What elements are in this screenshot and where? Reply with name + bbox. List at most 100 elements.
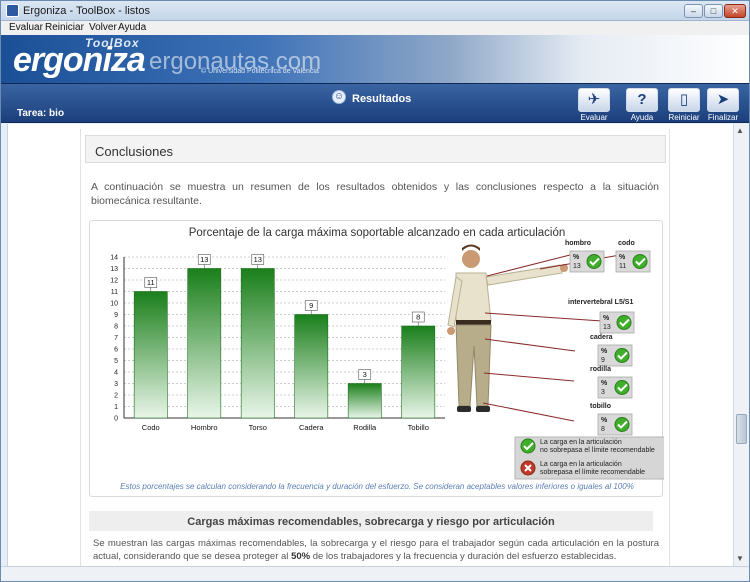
joint-name: tobillo xyxy=(590,403,611,410)
joint-value: 11 xyxy=(619,263,626,270)
joint-pct-symbol: % xyxy=(573,254,580,261)
joint-value: 3 xyxy=(601,389,605,396)
check-icon xyxy=(614,417,630,432)
finalizar-button[interactable]: ➤ Finalizar xyxy=(704,88,742,122)
vertical-scrollbar[interactable]: ▲ ▼ xyxy=(733,124,749,566)
bar xyxy=(347,383,382,419)
joint-name: hombro xyxy=(565,240,591,247)
legend: La carga en la articulación no sobrepasa… xyxy=(514,436,664,480)
joint-name: rodilla xyxy=(590,366,611,373)
y-tick-label: 10 xyxy=(110,301,118,308)
close-button[interactable]: ✕ xyxy=(724,4,746,18)
check-icon xyxy=(586,254,602,269)
category-label: Hombro xyxy=(191,423,218,432)
bar xyxy=(401,325,436,419)
category-label: Torso xyxy=(249,423,267,432)
joint-value: 9 xyxy=(601,357,605,364)
leader-rodilla xyxy=(483,372,575,382)
check-icon xyxy=(614,380,630,395)
ayuda-button[interactable]: ? Ayuda xyxy=(623,88,661,122)
y-tick-label: 1 xyxy=(114,404,118,411)
figure-belt xyxy=(456,320,491,325)
help-icon: ? xyxy=(626,88,658,112)
menu-ayuda[interactable]: Ayuda xyxy=(118,22,146,33)
joint-name: intervertebral L5/S1 xyxy=(568,299,633,306)
toolbar: Tarea: bio ☺ Resultados ✈ Evaluar ? Ayud… xyxy=(1,83,749,123)
category-label: Cadera xyxy=(299,423,324,432)
legend-ok-line1: La carga en la articulación xyxy=(540,439,622,446)
data-label: 9 xyxy=(309,301,313,310)
data-label: 3 xyxy=(363,370,367,379)
joint-badge-rodilla: rodilla% 3 xyxy=(590,366,633,399)
data-label: 11 xyxy=(147,278,155,287)
joint-name: cadera xyxy=(590,334,613,341)
joint-badges: hombro% 13 codo% 11 intervertebral L5/S1% 13 c… xyxy=(565,240,651,436)
menu-evaluar[interactable]: Evaluar xyxy=(9,22,43,33)
section-title: Resultados xyxy=(352,93,412,105)
y-tick-label: 6 xyxy=(114,347,118,354)
figure-right-arm xyxy=(485,264,563,286)
conclusions-header: Conclusiones xyxy=(85,135,666,163)
evaluar-button[interactable]: ✈ Evaluar xyxy=(575,88,613,122)
y-tick-label: 4 xyxy=(114,370,118,377)
check-icon xyxy=(614,348,630,363)
legend-ok-line2: no sobrepasa el límite recomendable xyxy=(540,447,655,454)
data-label: 13 xyxy=(200,255,208,264)
blank-page-icon: ▯ xyxy=(668,88,700,112)
app-icon xyxy=(6,4,19,17)
joint-value: 13 xyxy=(603,324,611,331)
finish-icon: ➤ xyxy=(707,88,739,112)
joint-badge-codo: codo% 11 xyxy=(615,240,651,273)
runner-icon: ✈ xyxy=(578,88,610,112)
joint-badge-tobillo: tobillo% 8 xyxy=(590,403,633,436)
status-bar xyxy=(1,566,749,581)
bar xyxy=(294,314,329,419)
y-tick-label: 8 xyxy=(114,324,118,331)
loads-header: Cargas máximas recomendables, sobrecarga… xyxy=(89,511,653,531)
bar xyxy=(133,291,168,419)
y-tick-label: 14 xyxy=(110,255,118,262)
chart-panel: Porcentaje de la carga máxima soportable… xyxy=(89,220,664,497)
scroll-down-arrow-icon[interactable]: ▼ xyxy=(736,554,744,563)
data-label: 13 xyxy=(254,255,262,264)
category-label: Codo xyxy=(142,423,160,432)
task-label: Tarea: bio xyxy=(17,108,65,119)
bar-chart: 0123456789101112131411Codo13Hombro13Tors… xyxy=(110,240,664,480)
menu-bar: Evaluar Reiniciar Volver Ayuda xyxy=(1,21,749,35)
results-panel: Conclusiones A continuación se muestra u… xyxy=(80,129,670,566)
loads-title: Cargas máximas recomendables, sobrecarga… xyxy=(187,516,555,528)
joint-pct-symbol: % xyxy=(601,348,608,355)
loads-text-after: de los trabajadores y la frecuencia y du… xyxy=(310,551,617,562)
conclusions-title: Conclusiones xyxy=(95,144,174,159)
maximize-button[interactable]: □ xyxy=(704,4,723,18)
joint-pct-symbol: % xyxy=(601,417,608,424)
joint-badge-hombro: hombro% 13 xyxy=(565,240,605,273)
check-icon xyxy=(520,438,536,454)
leader-cadera xyxy=(484,338,576,352)
y-tick-label: 2 xyxy=(114,393,118,400)
joint-value: 13 xyxy=(573,263,581,270)
joint-name: codo xyxy=(618,240,635,247)
y-tick-label: 11 xyxy=(111,289,118,296)
leader-l5s1 xyxy=(484,312,603,322)
legend-bad-line1: La carga en la articulación xyxy=(540,461,622,468)
title-bar[interactable]: Ergoniza - ToolBox - listos – □ ✕ xyxy=(1,1,749,21)
chart-note: Estos porcentajes se calculan consideran… xyxy=(120,482,634,491)
minimize-button[interactable]: – xyxy=(684,4,703,18)
evaluar-label: Evaluar xyxy=(580,113,608,122)
scroll-thumb[interactable] xyxy=(736,414,747,444)
loads-text: Se muestran las cargas máximas recomenda… xyxy=(93,537,659,563)
figure-head xyxy=(462,250,480,268)
y-tick-label: 12 xyxy=(110,278,118,285)
figure-trousers xyxy=(455,324,492,407)
joint-pct-symbol: % xyxy=(619,254,626,261)
menu-reiniciar[interactable]: Reiniciar xyxy=(45,22,84,33)
joint-pct-symbol: % xyxy=(601,380,608,387)
window-title: Ergoniza - ToolBox - listos xyxy=(23,5,150,17)
scroll-up-arrow-icon[interactable]: ▲ xyxy=(736,126,744,135)
menu-volver[interactable]: Volver xyxy=(89,22,117,33)
bar xyxy=(240,268,275,419)
brand-banner: ToolBox ergoniza ergonautas.com © Univer… xyxy=(1,35,749,83)
content-area: Conclusiones A continuación se muestra u… xyxy=(7,124,733,566)
joint-badge-intervertebral: intervertebral L5/S1% 13 xyxy=(568,299,635,334)
